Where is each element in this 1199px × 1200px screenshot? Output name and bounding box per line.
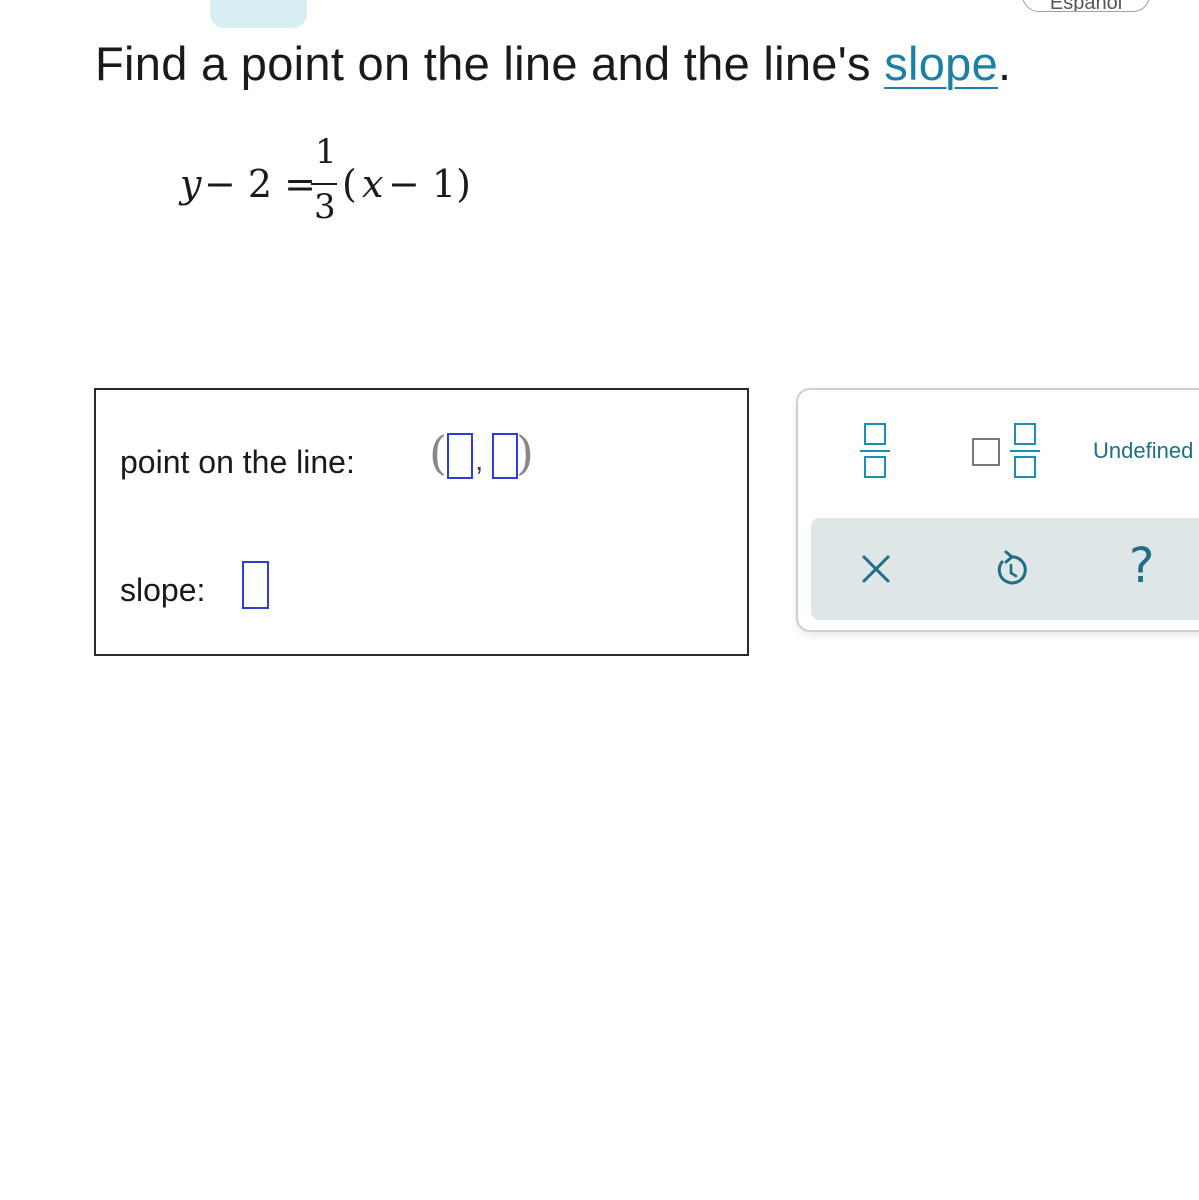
- point-comma: ,: [475, 444, 484, 477]
- mixed-number-icon[interactable]: [970, 420, 1044, 484]
- answer-box: point on the line: ( , ) slope:: [94, 388, 749, 656]
- page: Español Find a point on the line and the…: [0, 0, 1199, 1200]
- slope-label: slope:: [120, 572, 206, 608]
- language-button[interactable]: Español: [1022, 0, 1150, 12]
- mixed-denominator-box: [1014, 456, 1036, 478]
- question-text: Find a point on the line and the line's …: [95, 36, 1011, 91]
- clear-icon[interactable]: [859, 552, 893, 586]
- point-open-paren: (: [429, 426, 447, 480]
- slope-input[interactable]: [242, 561, 269, 609]
- language-button-label: Español: [1049, 0, 1123, 12]
- question-text-after: .: [998, 37, 1012, 90]
- fraction-icon[interactable]: [858, 420, 892, 484]
- help-label: ?: [1129, 538, 1155, 594]
- point-close-paren: ): [516, 426, 534, 480]
- point-label: point on the line:: [120, 444, 355, 480]
- question-text-before: Find a point on the line and the line's: [95, 37, 885, 90]
- keypad-panel: Undefined ?: [796, 388, 1199, 632]
- fraction-numerator: 1: [315, 132, 337, 172]
- point-y-input[interactable]: [492, 433, 518, 479]
- equation-rhs-var: x: [362, 162, 384, 206]
- keypad-action-row: ?: [811, 518, 1199, 620]
- mixed-whole-box: [972, 438, 1000, 466]
- fraction-denominator-box: [864, 456, 886, 478]
- equation-lhs-var: y: [180, 162, 202, 206]
- equation-rhs-rest: − 1): [388, 162, 471, 206]
- fraction-icon-bar: [860, 450, 890, 452]
- slope-link[interactable]: slope: [884, 37, 998, 90]
- equation-lhs-rest: − 2 =: [204, 162, 317, 206]
- fraction-bar: [311, 183, 337, 185]
- fraction-denominator: 3: [314, 187, 336, 227]
- equation-rhs-open: (: [342, 162, 357, 206]
- help-icon[interactable]: ?: [1123, 538, 1163, 598]
- undo-icon[interactable]: [993, 550, 1029, 588]
- mixed-numerator-box: [1014, 423, 1036, 445]
- point-x-input[interactable]: [447, 433, 473, 479]
- mixed-icon-bar: [1010, 450, 1040, 452]
- collapse-toggle-button[interactable]: [210, 0, 307, 28]
- undefined-button[interactable]: Undefined: [1093, 438, 1193, 464]
- fraction-numerator-box: [864, 423, 886, 445]
